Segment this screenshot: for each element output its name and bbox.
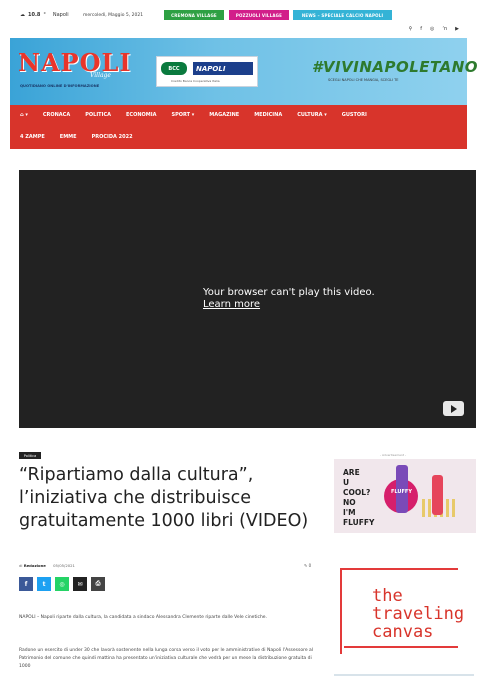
ad2-text: the traveling canvas	[372, 587, 464, 641]
ad2-frame-bottom	[344, 646, 458, 648]
nav-item-cronaca[interactable]: CRONACA	[43, 112, 70, 118]
share-email-button[interactable]: ✉	[73, 577, 87, 591]
weather-temp: 10.8	[28, 12, 41, 18]
comment-icon: ✎	[304, 563, 308, 568]
main-nav: ⌂ ▾ CRONACA POLITICA ECONOMIA SPORT ▾ MA…	[10, 105, 467, 149]
ad1-line: U	[343, 478, 350, 487]
comments-count[interactable]: ✎ 0	[304, 563, 311, 568]
article-byline: di Redazione 05/05/2021	[19, 563, 75, 568]
social-icons: ⚲ f ◎ ʼn ▶	[409, 26, 459, 32]
bcc-logo: BCC	[161, 62, 187, 75]
youtube-icon[interactable]: ▶	[455, 26, 459, 32]
share-print-button[interactable]: ⎙	[91, 577, 105, 591]
advertisement-label: - Advertisement -	[380, 453, 407, 457]
weather-icon: ☁	[20, 12, 25, 18]
video-learn-more-link[interactable]: Learn more	[203, 299, 260, 310]
ad2-line: traveling	[372, 604, 465, 624]
site-header: NAPOLI Village QUOTIDIANO ONLINE D'INFOR…	[10, 38, 477, 105]
nav-item-sport[interactable]: SPORT ▾	[171, 112, 194, 118]
logo-text: NAPOLI	[18, 48, 132, 77]
youtube-play-icon[interactable]	[443, 401, 464, 416]
site-logo[interactable]: NAPOLI Village QUOTIDIANO ONLINE D'INFOR…	[18, 48, 132, 90]
ad1-line: NO	[343, 498, 356, 507]
ad1-slogan: ARE U COOL? NO I'M FLUFFY	[343, 468, 374, 528]
nav-item-procida[interactable]: PROCIDA 2022	[92, 134, 133, 140]
ad1-line: I'M	[343, 508, 356, 517]
traveling-canvas-ad[interactable]: the traveling canvas	[334, 560, 476, 660]
nav-item-4zampe[interactable]: 4 ZAMPE	[20, 134, 45, 140]
byline-prefix: di	[19, 563, 23, 568]
ad2-line: canvas	[372, 622, 434, 642]
nav-item-emme[interactable]: EMME	[60, 134, 77, 140]
nav-item-gustori[interactable]: GUSTORI	[342, 112, 367, 118]
ad1-line: COOL?	[343, 488, 371, 497]
article-date: 05/05/2021	[53, 563, 75, 568]
ad1-product-label: FLUFFY	[391, 489, 412, 495]
nav-item-medicina[interactable]: MEDICINA	[254, 112, 282, 118]
weather-city: Napoli	[52, 12, 69, 18]
article-title: “Ripartiamo dalla cultura”, l’iniziativa…	[19, 465, 309, 531]
bcc-subtitle: Credito Banca Cooperativa Italia	[171, 79, 220, 83]
author-name[interactable]: Redazione	[24, 563, 46, 568]
weather-widget: ☁ 10.8 ° Napoli	[20, 12, 69, 18]
nav-item-cultura[interactable]: CULTURA ▾	[297, 112, 327, 118]
hashtag-banner[interactable]: #VIVINAPOLETANO	[312, 58, 477, 76]
top-link-cremona[interactable]: CREMONA VILLAGE	[164, 10, 224, 20]
top-link-pozzuoli[interactable]: POZZUOLI VILLAGE	[229, 10, 289, 20]
sidebar-divider	[334, 674, 474, 676]
video-player[interactable]: Your browser can't play this video. Lear…	[19, 170, 476, 428]
article-paragraph-1: NAPOLI – Napoli riparte dalla cultura, l…	[19, 615, 267, 620]
bcc-banner-ad[interactable]: BCC NAPOLI Credito Banca Cooperativa Ita…	[156, 56, 258, 87]
nav-row-2: 4 ZAMPE EMME PROCIDA 2022	[20, 134, 148, 140]
ad2-line: the	[372, 586, 403, 606]
ad1-line: ARE	[343, 468, 360, 477]
share-buttons: f t ◎ ✉ ⎙	[19, 577, 105, 591]
nav-item-magazine[interactable]: MAGAZINE	[209, 112, 239, 118]
nav-item-politica[interactable]: POLITICA	[85, 112, 111, 118]
ad1-line: FLUFFY	[343, 518, 375, 527]
bcc-name: NAPOLI	[193, 62, 253, 75]
fluffy-ad-banner[interactable]: ARE U COOL? NO I'M FLUFFY FLUFFY	[334, 459, 476, 533]
nav-row-1: ⌂ ▾ CRONACA POLITICA ECONOMIA SPORT ▾ MA…	[20, 112, 382, 118]
instagram-icon[interactable]: ◎	[430, 26, 434, 32]
facebook-icon[interactable]: f	[420, 26, 422, 32]
nav-item-economia[interactable]: ECONOMIA	[126, 112, 156, 118]
article-paragraph-2: Radone un esercito di under 30 che lavor…	[19, 648, 314, 669]
logo-village: Village	[90, 72, 111, 79]
hashtag-subtitle: SCEGLI NAPOLI CHE MANGIA, SCEGLI TE	[328, 78, 399, 82]
ad1-bottle2-image	[432, 475, 443, 515]
current-date: mercoledì, Maggio 5, 2021	[83, 13, 144, 18]
weather-unit: °	[43, 12, 46, 18]
share-whatsapp-button[interactable]: ◎	[55, 577, 69, 591]
logo-tagline: QUOTIDIANO ONLINE D'INFORMAZIONE	[20, 84, 100, 88]
comments-number: 0	[308, 563, 312, 568]
top-bar: ☁ 10.8 ° Napoli mercoledì, Maggio 5, 202…	[0, 0, 477, 36]
top-link-calcio[interactable]: NEWS – SPECIALE CALCIO NAPOLI	[293, 10, 392, 20]
share-twitter-button[interactable]: t	[37, 577, 51, 591]
nav-item-home[interactable]: ⌂ ▾	[20, 112, 28, 118]
search-icon[interactable]: ⚲	[409, 26, 413, 32]
category-tag[interactable]: Politica	[19, 452, 41, 459]
share-facebook-button[interactable]: f	[19, 577, 33, 591]
video-error-message: Your browser can't play this video.	[203, 287, 375, 298]
rss-icon[interactable]: ʼn	[442, 26, 447, 32]
